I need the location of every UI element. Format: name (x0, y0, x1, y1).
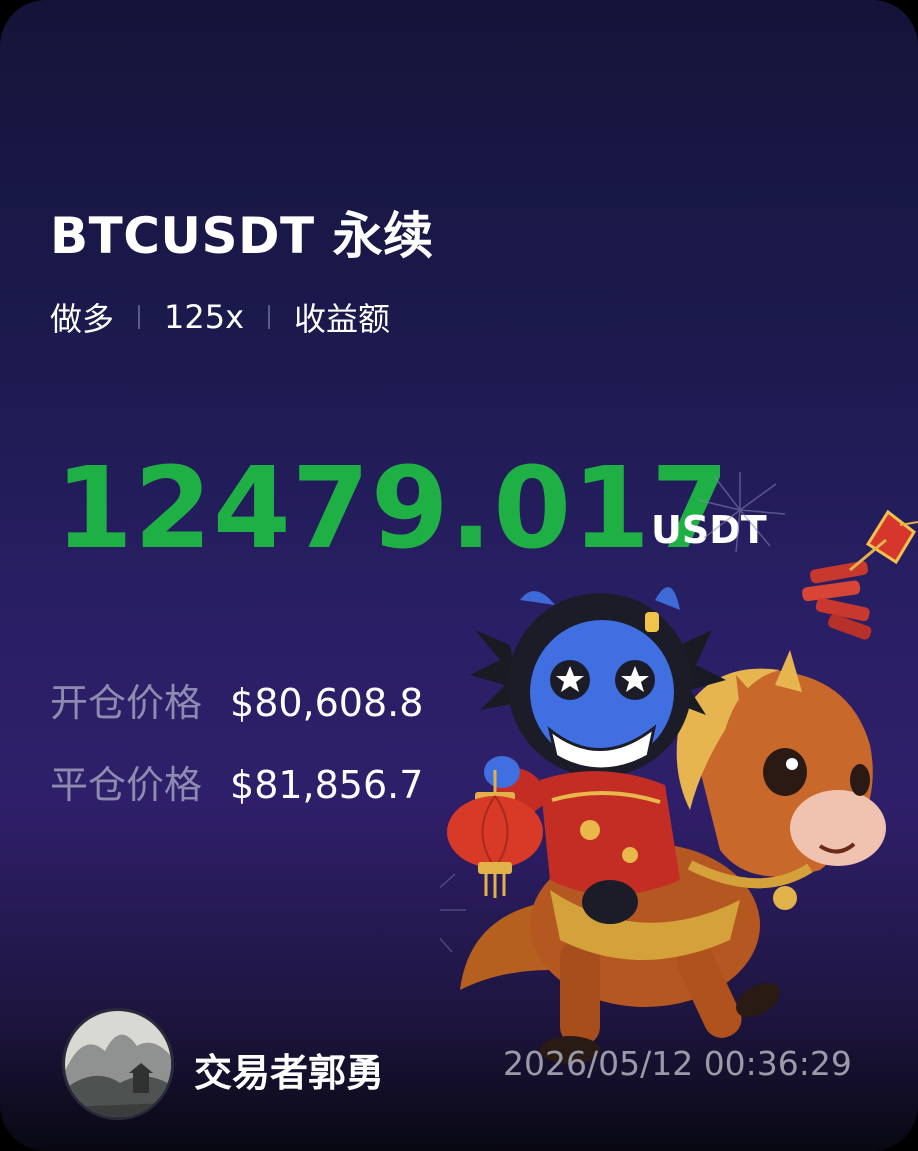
contract-type: 永续 (332, 207, 434, 265)
meta-divider (138, 305, 141, 329)
open-price-label: 开仓价格 (50, 681, 203, 725)
timestamp: 2026/05/12 00:36:29 (503, 1044, 852, 1083)
trader-name: 交易者郭勇 (194, 1051, 385, 1095)
trader-avatar (62, 1008, 174, 1120)
metric-label: 收益额 (294, 300, 391, 338)
symbol-title: BTCUSDT 永续 (50, 196, 434, 268)
close-price-label: 平仓价格 (50, 763, 203, 807)
close-price-row: 平仓价格 $81,856.7 (50, 754, 423, 809)
avatar-landscape-icon (65, 1011, 171, 1117)
mascot-horse-illustration (440, 472, 918, 1064)
open-price-value: $80,608.8 (230, 681, 424, 725)
firecracker-icon (802, 509, 918, 640)
symbol-name: BTCUSDT (50, 207, 315, 265)
firework-icon (440, 873, 466, 953)
position-meta: 做多 125x 收益额 (50, 294, 390, 340)
firework-icon (697, 472, 786, 553)
close-price-value: $81,856.7 (230, 763, 424, 807)
position-side: 做多 (50, 300, 115, 338)
pnl-share-card: BTCUSDT 永续 做多 125x 收益额 12479.017 USDT 开仓价… (0, 0, 918, 1151)
meta-divider (268, 305, 271, 329)
open-price-row: 开仓价格 $80,608.8 (50, 672, 423, 727)
leverage: 125x (164, 298, 245, 336)
